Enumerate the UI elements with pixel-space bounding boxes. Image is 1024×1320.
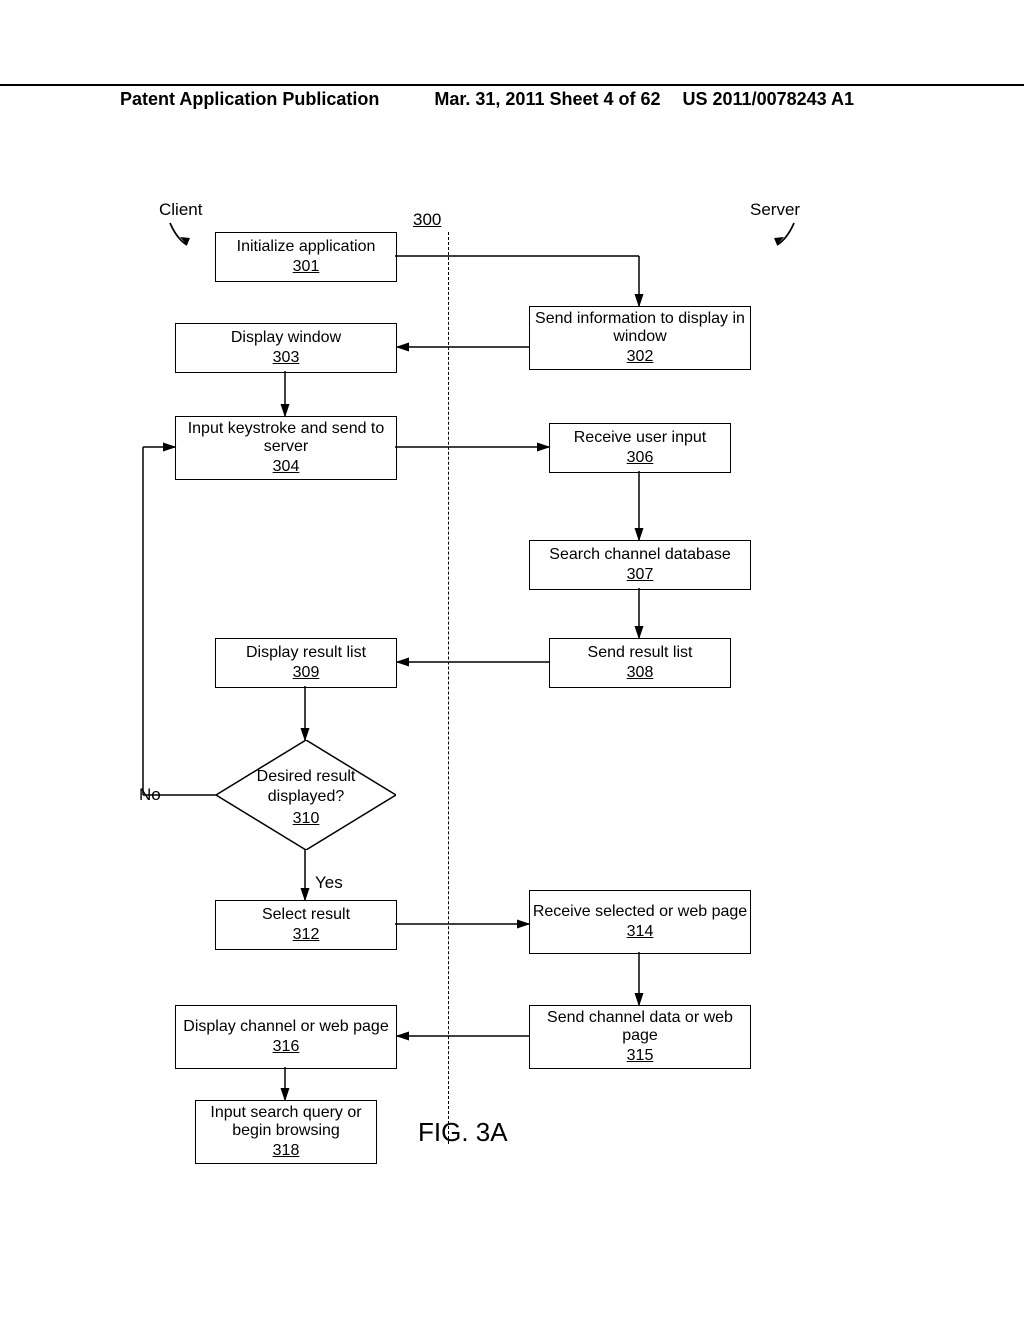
server-pointer-icon [770, 221, 798, 256]
client-label: Client [159, 200, 202, 220]
box-receive-user-input: Receive user input 306 [549, 423, 731, 473]
box-ref: 304 [176, 458, 396, 476]
arrows-overlay [0, 0, 1024, 1320]
header-right: US 2011/0078243 A1 [683, 89, 854, 110]
box-ref: 318 [196, 1142, 376, 1160]
box-text: Display window [176, 329, 396, 347]
box-text: Display channel or web page [176, 1018, 396, 1036]
box-display-window: Display window 303 [175, 323, 397, 373]
box-receive-selected: Receive selected or web page 314 [529, 890, 751, 954]
box-ref: 306 [550, 449, 730, 467]
box-ref: 307 [530, 566, 750, 584]
box-text: Select result [216, 906, 396, 924]
box-ref: 309 [216, 664, 396, 682]
server-label: Server [750, 200, 800, 220]
box-text: Send result list [550, 644, 730, 662]
box-text: Search channel database [530, 546, 750, 564]
box-display-result-list: Display result list 309 [215, 638, 397, 688]
no-label: No [139, 785, 161, 805]
box-text: Input search query or begin browsing [196, 1104, 376, 1140]
diamond-ref: 310 [216, 810, 396, 828]
box-send-channel-data: Send channel data or web page 315 [529, 1005, 751, 1069]
yes-label: Yes [315, 873, 343, 893]
decision-desired-result: Desired result displayed? 310 [216, 740, 396, 850]
diamond-line1: Desired result [216, 768, 396, 786]
box-send-info: Send information to display in window 30… [529, 306, 751, 370]
box-send-result-list: Send result list 308 [549, 638, 731, 688]
box-text: Receive user input [550, 429, 730, 447]
header-mid: Mar. 31, 2011 Sheet 4 of 62 [434, 89, 660, 110]
client-pointer-icon [167, 221, 195, 256]
box-ref: 312 [216, 926, 396, 944]
box-ref: 301 [216, 258, 396, 276]
box-text: Input keystroke and send to server [176, 420, 396, 456]
box-input-search-query: Input search query or begin browsing 318 [195, 1100, 377, 1164]
box-initialize-application: Initialize application 301 [215, 232, 397, 282]
box-input-keystroke: Input keystroke and send to server 304 [175, 416, 397, 480]
box-ref: 315 [530, 1047, 750, 1065]
center-divider [448, 232, 449, 1144]
page-header: Patent Application Publication Mar. 31, … [0, 84, 1024, 110]
box-ref: 303 [176, 349, 396, 367]
box-text: Initialize application [216, 238, 396, 256]
box-ref: 302 [530, 348, 750, 366]
diamond-line2: displayed? [216, 788, 396, 806]
box-ref: 316 [176, 1038, 396, 1056]
box-ref: 308 [550, 664, 730, 682]
fig-ref-300: 300 [413, 210, 441, 230]
box-search-channel-db: Search channel database 307 [529, 540, 751, 590]
header-left: Patent Application Publication [120, 89, 379, 110]
box-text: Send channel data or web page [530, 1009, 750, 1045]
box-select-result: Select result 312 [215, 900, 397, 950]
page: Patent Application Publication Mar. 31, … [0, 0, 1024, 1320]
box-text: Receive selected or web page [530, 903, 750, 921]
box-ref: 314 [530, 923, 750, 941]
box-text: Send information to display in window [530, 310, 750, 346]
box-display-channel: Display channel or web page 316 [175, 1005, 397, 1069]
figure-label: FIG. 3A [418, 1117, 508, 1148]
box-text: Display result list [216, 644, 396, 662]
